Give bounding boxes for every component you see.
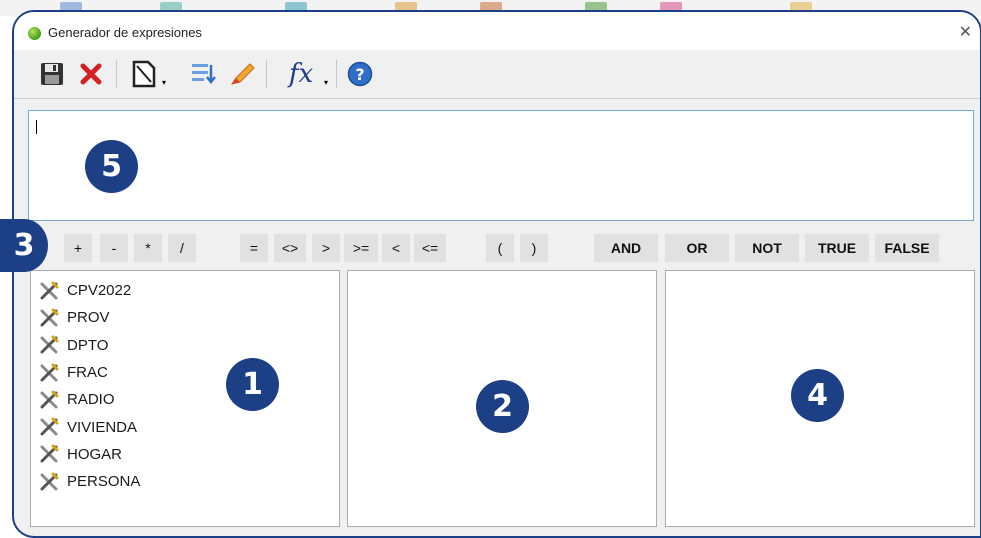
- field-item[interactable]: PERSONA: [39, 468, 339, 495]
- field-label: DPTO: [67, 336, 109, 354]
- toolbar-separator: [336, 60, 337, 88]
- window-title: Generador de expresiones: [48, 25, 202, 40]
- callout-badge-1: 1: [226, 358, 279, 411]
- field-label: PROV: [67, 309, 110, 327]
- field-tool-icon: [40, 281, 59, 300]
- close-icon[interactable]: ✕: [959, 22, 972, 42]
- field-tool-icon: [40, 308, 59, 327]
- field-tool-icon: [40, 444, 59, 463]
- field-item[interactable]: VIVIENDA: [39, 413, 339, 440]
- field-item[interactable]: FRAC: [39, 359, 339, 386]
- field-item[interactable]: HOGAR: [39, 441, 339, 468]
- or-button[interactable]: OR: [665, 234, 729, 262]
- multiply-button[interactable]: *: [134, 234, 162, 262]
- close-paren-button[interactable]: ): [520, 234, 548, 262]
- field-label: HOGAR: [67, 445, 123, 463]
- callout-badge-3: 3: [0, 219, 48, 272]
- toolbar-separator: [266, 60, 267, 88]
- fields-panel: CPV2022 PROV DPTO FRAC RADIO VIVIENDA HOGAR PER…: [30, 270, 340, 527]
- true-button[interactable]: TRUE: [805, 234, 869, 262]
- less-equal-button[interactable]: <=: [414, 234, 446, 262]
- callout-badge-5: 5: [85, 140, 138, 193]
- plus-button[interactable]: +: [64, 234, 92, 262]
- field-tool-icon: [40, 417, 59, 436]
- expression-builder-window: Generador de expresiones ✕ ▾ fx ▾ ? + - …: [12, 10, 981, 538]
- divide-button[interactable]: /: [168, 234, 196, 262]
- greater-equal-button[interactable]: >=: [344, 234, 378, 262]
- svg-text:?: ?: [355, 65, 364, 84]
- text-cursor: [36, 120, 37, 134]
- toolbar-separator: [116, 60, 117, 88]
- equals-button[interactable]: =: [240, 234, 268, 262]
- field-tool-icon: [40, 390, 59, 409]
- field-list: CPV2022 PROV DPTO FRAC RADIO VIVIENDA HOGAR PER…: [31, 271, 339, 495]
- field-item[interactable]: PROV: [39, 304, 339, 331]
- field-label: FRAC: [67, 364, 108, 382]
- title-bar: Generador de expresiones ✕: [14, 12, 980, 50]
- function-icon[interactable]: fx ▾: [280, 57, 328, 91]
- operator-bar: + - * / = <> > >= < <= ( ) AND OR NOT TR…: [14, 232, 980, 264]
- field-item[interactable]: CPV2022: [39, 277, 339, 304]
- dropdown-caret-icon: ▾: [323, 78, 328, 87]
- field-label: VIVIENDA: [67, 418, 138, 436]
- function-glyph: fx: [288, 59, 314, 89]
- dropdown-caret-icon: ▾: [161, 78, 166, 87]
- not-equal-button[interactable]: <>: [274, 234, 306, 262]
- callout-badge-4: 4: [791, 369, 844, 422]
- open-paren-button[interactable]: (: [486, 234, 514, 262]
- minus-button[interactable]: -: [100, 234, 128, 262]
- delete-icon[interactable]: [76, 57, 106, 91]
- and-button[interactable]: AND: [594, 234, 658, 262]
- greater-than-button[interactable]: >: [312, 234, 340, 262]
- new-document-icon[interactable]: ▾: [126, 57, 166, 91]
- expression-input[interactable]: [28, 110, 974, 221]
- less-than-button[interactable]: <: [382, 234, 410, 262]
- pencil-icon[interactable]: [226, 57, 258, 91]
- field-label: RADIO: [67, 391, 115, 409]
- field-item[interactable]: DPTO: [39, 332, 339, 359]
- app-icon: [28, 27, 41, 40]
- field-tool-icon: [40, 335, 59, 354]
- help-icon[interactable]: ?: [344, 57, 376, 91]
- save-icon[interactable]: [36, 57, 68, 91]
- field-label: PERSONA: [67, 473, 141, 491]
- field-item[interactable]: RADIO: [39, 386, 339, 413]
- toolbar: ▾ fx ▾ ?: [14, 52, 980, 98]
- field-tool-icon: [40, 363, 59, 382]
- field-tool-icon: [40, 472, 59, 491]
- toolbar-divider: [14, 98, 980, 99]
- field-label: CPV2022: [67, 282, 132, 300]
- insert-list-icon[interactable]: [187, 57, 219, 91]
- false-button[interactable]: FALSE: [875, 234, 939, 262]
- callout-badge-2: 2: [476, 380, 529, 433]
- not-button[interactable]: NOT: [735, 234, 799, 262]
